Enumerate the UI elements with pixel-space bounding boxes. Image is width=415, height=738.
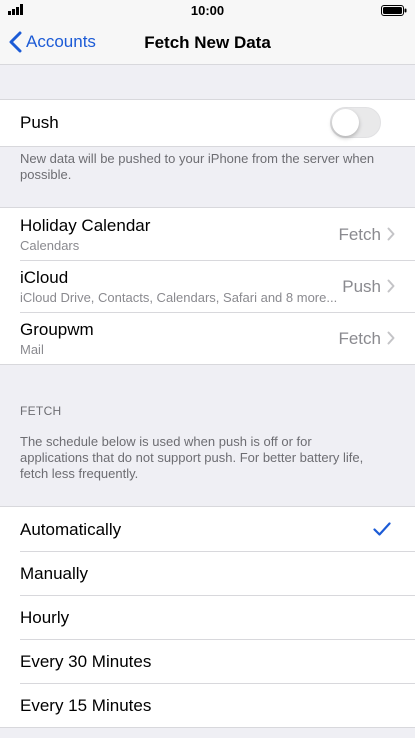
fetch-option-label: Every 15 Minutes	[20, 696, 152, 715]
fetch-option-label: Every 30 Minutes	[20, 652, 152, 671]
fetch-section-header: FETCH	[20, 404, 62, 418]
status-bar: 10:00	[0, 0, 415, 20]
toggle-knob	[332, 109, 359, 136]
navigation-bar: Accounts Fetch New Data	[0, 20, 415, 65]
status-time: 10:00	[190, 3, 225, 18]
push-description: New data will be pushed to your iPhone f…	[20, 151, 375, 182]
account-name: Holiday Calendar	[20, 216, 151, 235]
account-fetch-value: Fetch	[338, 225, 381, 244]
fetch-option-every-30-minutes[interactable]: Every 30 Minutes	[0, 639, 415, 683]
fetch-option-label: Automatically	[20, 520, 122, 539]
push-toggle[interactable]	[330, 107, 381, 138]
account-fetch-value: Push	[342, 277, 381, 296]
push-group: Push	[0, 99, 415, 147]
chevron-right-icon	[387, 279, 395, 293]
fetch-option-automatically[interactable]: Automatically	[0, 507, 415, 551]
account-detail: Mail	[20, 342, 44, 357]
account-detail: iCloud Drive, Contacts, Calendars, Safar…	[20, 290, 338, 305]
fetch-options-group: Automatically Manually Hourly Every 30 M…	[0, 506, 415, 728]
accounts-group: Holiday Calendar Calendars Fetch iCloud …	[0, 207, 415, 365]
fetch-option-label: Manually	[20, 564, 89, 583]
fetch-option-hourly[interactable]: Hourly	[0, 595, 415, 639]
account-row-holiday-calendar[interactable]: Holiday Calendar Calendars Fetch	[0, 208, 415, 260]
fetch-option-manually[interactable]: Manually	[0, 551, 415, 595]
account-detail: Calendars	[20, 238, 80, 253]
checkmark-icon	[373, 522, 391, 536]
push-label: Push	[20, 113, 59, 132]
chevron-right-icon	[387, 331, 395, 345]
fetch-option-every-15-minutes[interactable]: Every 15 Minutes	[0, 683, 415, 727]
fetch-description: The schedule below is used when push is …	[20, 434, 364, 481]
account-fetch-value: Fetch	[338, 329, 381, 348]
account-name: iCloud	[20, 268, 69, 287]
account-name: Groupwm	[20, 320, 94, 339]
account-row-groupwm[interactable]: Groupwm Mail Fetch	[0, 312, 415, 364]
fetch-option-label: Hourly	[20, 608, 70, 627]
push-row: Push	[0, 100, 415, 146]
battery-icon	[381, 5, 407, 16]
page-title: Fetch New Data	[144, 33, 271, 52]
account-row-icloud[interactable]: iCloud iCloud Drive, Contacts, Calendars…	[0, 260, 415, 312]
chevron-right-icon	[387, 227, 395, 241]
